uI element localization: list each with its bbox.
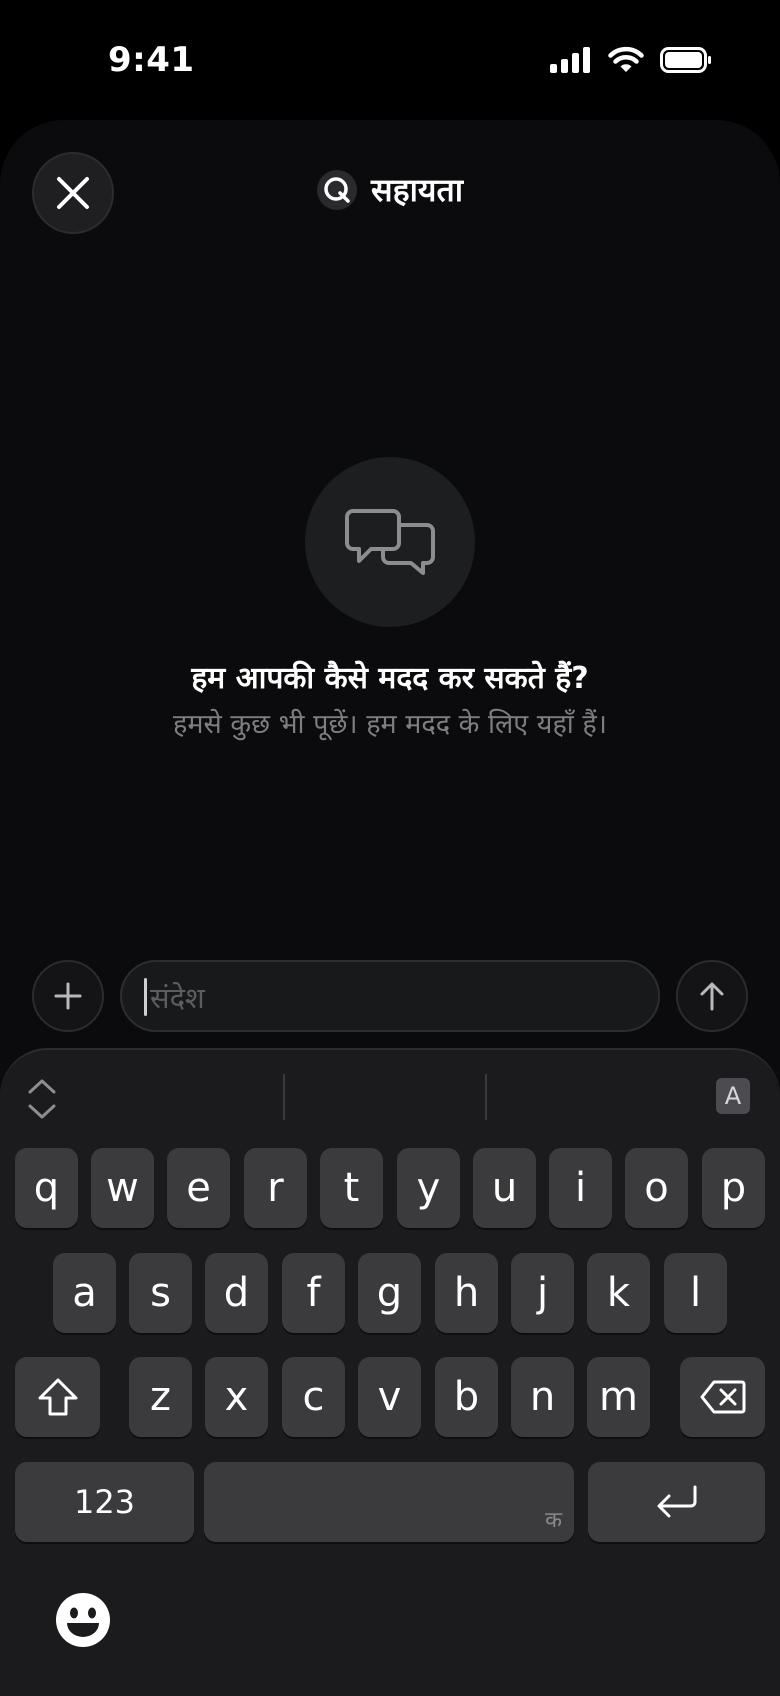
key-c[interactable]: c	[282, 1357, 345, 1437]
status-icons	[550, 46, 712, 74]
keyboard-language-icon[interactable]: A	[716, 1078, 750, 1114]
battery-icon	[660, 47, 711, 73]
key-n[interactable]: n	[511, 1357, 574, 1437]
numbers-key[interactable]: 123	[15, 1462, 194, 1542]
message-input-placeholder: संदेश	[150, 981, 205, 1015]
plus-icon	[54, 982, 82, 1010]
delete-key[interactable]	[680, 1357, 765, 1437]
key-t[interactable]: t	[320, 1148, 383, 1228]
status-time: 9:41	[108, 40, 195, 80]
status-bar: 9:41	[0, 0, 780, 120]
key-h[interactable]: h	[435, 1253, 498, 1333]
space-key[interactable]: क	[204, 1462, 574, 1542]
page-title: सहायता	[370, 171, 463, 209]
key-i[interactable]: i	[549, 1148, 612, 1228]
chevron-up-down-icon[interactable]	[22, 1076, 62, 1122]
key-m[interactable]: m	[587, 1357, 650, 1437]
key-v[interactable]: v	[358, 1357, 421, 1437]
key-q[interactable]: q	[15, 1148, 78, 1228]
chat-bubbles-badge	[305, 457, 475, 627]
return-key[interactable]	[588, 1462, 765, 1542]
message-input[interactable]: संदेश	[120, 960, 660, 1032]
key-e[interactable]: e	[167, 1148, 230, 1228]
send-button[interactable]	[676, 960, 748, 1032]
key-a[interactable]: a	[53, 1253, 116, 1333]
return-arrow-icon	[657, 1485, 696, 1518]
emoji-icon[interactable]	[55, 1592, 111, 1648]
empty-state-subheading: हमसे कुछ भी पूछें। हम मदद के लिए यहाँ है…	[173, 709, 607, 740]
key-w[interactable]: w	[91, 1148, 154, 1228]
key-s[interactable]: s	[129, 1253, 192, 1333]
chat-bubbles-icon	[345, 509, 435, 575]
key-u[interactable]: u	[473, 1148, 536, 1228]
suggestion-divider	[485, 1074, 487, 1120]
add-attachment-button[interactable]	[32, 960, 104, 1032]
backspace-icon	[700, 1380, 745, 1414]
space-key-hint: क	[545, 1508, 562, 1533]
key-r[interactable]: r	[244, 1148, 307, 1228]
header-title: सहायता	[0, 168, 780, 211]
key-y[interactable]: y	[397, 1148, 460, 1228]
key-k[interactable]: k	[587, 1253, 650, 1333]
key-l[interactable]: l	[664, 1253, 727, 1333]
key-p[interactable]: p	[702, 1148, 765, 1228]
key-o[interactable]: o	[625, 1148, 688, 1228]
key-j[interactable]: j	[511, 1253, 574, 1333]
empty-state-heading: हम आपकी कैसे मदद कर सकते हैं?	[191, 661, 589, 696]
key-f[interactable]: f	[282, 1253, 345, 1333]
wifi-icon	[608, 46, 644, 72]
cellular-signal-icon	[550, 47, 590, 73]
key-z[interactable]: z	[129, 1357, 192, 1437]
brand-logo-icon	[316, 169, 357, 210]
shift-arrow-icon	[38, 1378, 77, 1416]
key-g[interactable]: g	[358, 1253, 421, 1333]
key-d[interactable]: d	[205, 1253, 268, 1333]
key-b[interactable]: b	[435, 1357, 498, 1437]
text-caret	[144, 978, 147, 1016]
arrow-up-icon	[700, 982, 724, 1011]
key-x[interactable]: x	[205, 1357, 268, 1437]
suggestion-divider	[283, 1074, 285, 1120]
shift-key[interactable]	[15, 1357, 100, 1437]
